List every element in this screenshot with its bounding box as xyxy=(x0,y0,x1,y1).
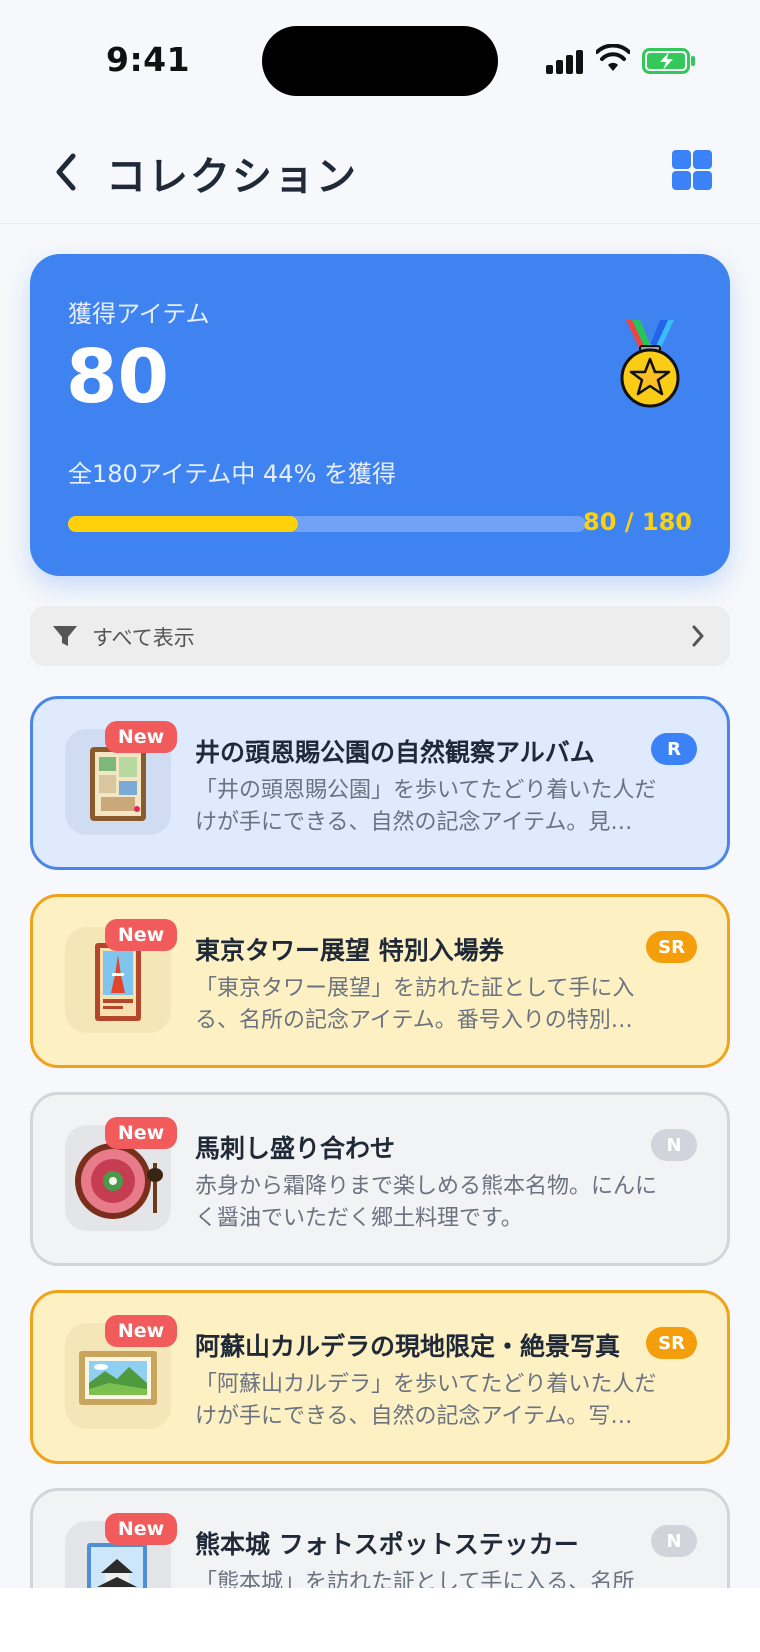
item-title: 井の頭恩賜公園の自然観察アルバム xyxy=(195,738,595,767)
page-title: コレクション xyxy=(106,154,358,200)
item-title: 馬刺し盛り合わせ xyxy=(195,1134,396,1163)
filter-icon xyxy=(53,626,77,646)
medal-icon xyxy=(620,320,680,408)
status-time: 9:41 xyxy=(106,40,191,79)
grid-view-button[interactable] xyxy=(670,148,714,192)
summary-count: 80 xyxy=(66,334,169,420)
status-bar: 9:41 xyxy=(0,0,760,120)
collection-item-card[interactable]: New 阿蘇山カルデラの現地限定・絶景写真 SR 「阿蘇山カルデラ」を歩いてたど… xyxy=(30,1290,730,1464)
collection-item-card[interactable]: New 馬刺し盛り合わせ N 赤身から霜降りまで楽しめる熊本名物。にんにく醤油で… xyxy=(30,1092,730,1266)
item-description: 赤身から霜降りまで楽しめる熊本名物。にんにく醤油でいただく郷土料理です。 xyxy=(195,1174,658,1231)
summary-subtext: 全180アイテム中 44% を獲得 xyxy=(68,460,397,488)
item-title: 東京タワー展望 特別入場券 xyxy=(195,936,504,965)
filter-label: すべて表示 xyxy=(92,626,195,650)
dynamic-island xyxy=(262,26,498,96)
rarity-badge: R xyxy=(651,733,697,765)
chevron-right-icon xyxy=(692,625,704,647)
nav-header: コレクション xyxy=(0,120,760,224)
summary-fraction: 80 / 180 xyxy=(583,508,692,536)
collection-item-card[interactable]: New 東京タワー展望 特別入場券 SR 「東京タワー展望」を訪れた証として手に… xyxy=(30,894,730,1068)
cellular-signal-icon xyxy=(546,48,586,74)
new-badge: New xyxy=(105,721,177,753)
wifi-icon xyxy=(596,44,630,71)
battery-charging-icon xyxy=(642,48,695,74)
back-button[interactable] xyxy=(44,146,88,198)
summary-label: 獲得アイテム xyxy=(68,300,210,328)
filter-bar[interactable]: すべて表示 xyxy=(30,606,730,666)
item-title: 阿蘇山カルデラの現地限定・絶景写真 xyxy=(195,1332,621,1361)
new-badge: New xyxy=(105,1117,177,1149)
grid-icon xyxy=(672,150,691,169)
collection-progress-bar xyxy=(68,516,586,532)
rarity-badge: N xyxy=(651,1129,697,1161)
new-badge: New xyxy=(105,1315,177,1347)
rarity-badge: SR xyxy=(646,1327,697,1359)
item-description: 「東京タワー展望」を訪れた証として手に入る、名所の記念アイテム。番号入りの特別… xyxy=(195,976,635,1033)
bottom-safe-area xyxy=(0,1588,760,1652)
rarity-badge: SR xyxy=(646,931,697,963)
collection-progress-fill xyxy=(68,516,298,532)
item-description: 「阿蘇山カルデラ」を歩いてたどり着いた人だけが手にできる、自然の記念アイテム。写… xyxy=(195,1372,657,1429)
item-title: 熊本城 フォトスポットステッカー xyxy=(195,1530,579,1559)
chevron-left-icon xyxy=(56,153,76,191)
new-badge: New xyxy=(105,919,177,951)
collection-summary-card: 獲得アイテム 80 全180アイテム中 44% を獲得 80 / 180 xyxy=(30,254,730,576)
collection-item-card[interactable]: New 井の頭恩賜公園の自然観察アルバム R 「井の頭恩賜公園」を歩いてたどり着… xyxy=(30,696,730,870)
item-description: 「井の頭恩賜公園」を歩いてたどり着いた人だけが手にできる、自然の記念アイテム。見… xyxy=(195,778,657,835)
rarity-badge: N xyxy=(651,1525,697,1557)
new-badge: New xyxy=(105,1513,177,1545)
